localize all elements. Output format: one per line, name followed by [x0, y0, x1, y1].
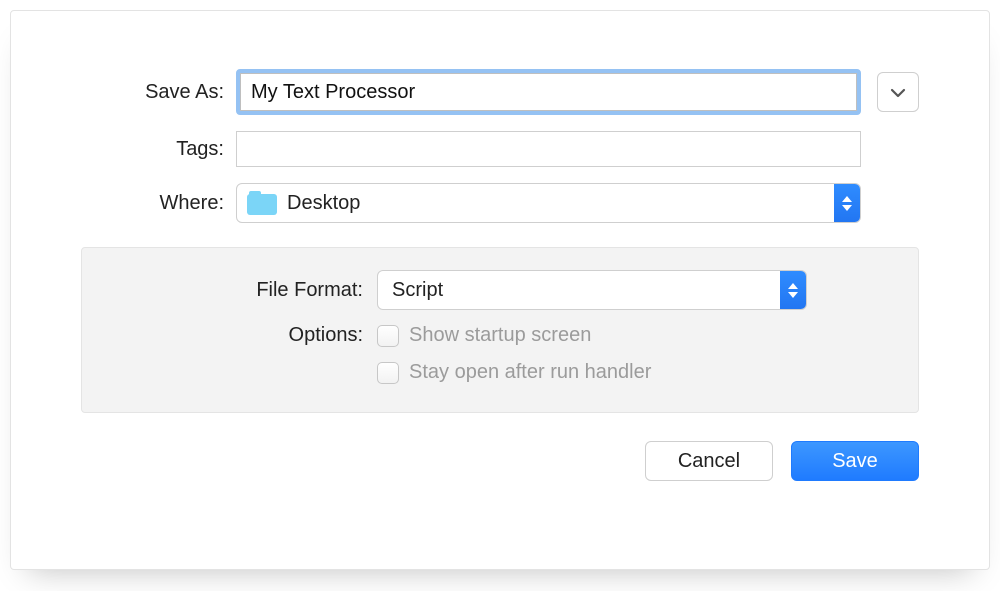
cancel-button-label: Cancel [678, 450, 740, 473]
tags-row: Tags: [81, 131, 919, 167]
tags-label: Tags: [81, 138, 236, 161]
save-as-row: Save As: [81, 69, 919, 115]
where-label: Where: [81, 192, 236, 215]
options-row-2: Stay open after run handler [122, 361, 878, 384]
cancel-button[interactable]: Cancel [645, 441, 773, 481]
file-format-label: File Format: [122, 279, 377, 302]
save-as-input[interactable] [240, 73, 857, 111]
show-startup-screen-checkbox[interactable] [377, 325, 399, 347]
show-startup-screen-option: Show startup screen [377, 324, 591, 347]
options-row-1: Options: Show startup screen [122, 324, 878, 347]
where-popup[interactable]: Desktop [236, 183, 861, 223]
options-label-spacer [122, 372, 377, 373]
focus-ring [236, 69, 861, 115]
where-value: Desktop [287, 192, 360, 215]
popup-stepper-icon [780, 271, 806, 309]
expand-save-panel-button[interactable] [877, 72, 919, 112]
top-section: Save As: Tags: Where: [81, 69, 919, 223]
stay-open-checkbox[interactable] [377, 362, 399, 384]
where-row: Where: Desktop [81, 183, 919, 223]
save-button-label: Save [832, 450, 878, 473]
tags-field-wrap [236, 131, 919, 167]
file-format-row: File Format: Script [122, 270, 878, 310]
save-as-field-wrap [236, 69, 919, 115]
show-startup-screen-label: Show startup screen [409, 324, 591, 347]
popup-stepper-icon [834, 184, 860, 222]
where-field-wrap: Desktop [236, 183, 919, 223]
dialog-footer: Cancel Save [81, 441, 919, 481]
options-panel: File Format: Script Options: Show startu… [81, 247, 919, 413]
chevron-down-icon [890, 81, 906, 104]
save-button[interactable]: Save [791, 441, 919, 481]
file-format-value: Script [392, 279, 443, 302]
file-format-popup[interactable]: Script [377, 270, 807, 310]
save-dialog: Save As: Tags: Where: [10, 10, 990, 570]
tags-input[interactable] [236, 131, 861, 167]
save-as-label: Save As: [81, 81, 236, 104]
stay-open-label: Stay open after run handler [409, 361, 651, 384]
stay-open-option: Stay open after run handler [377, 361, 651, 384]
folder-icon [247, 191, 277, 215]
options-label: Options: [122, 324, 377, 347]
